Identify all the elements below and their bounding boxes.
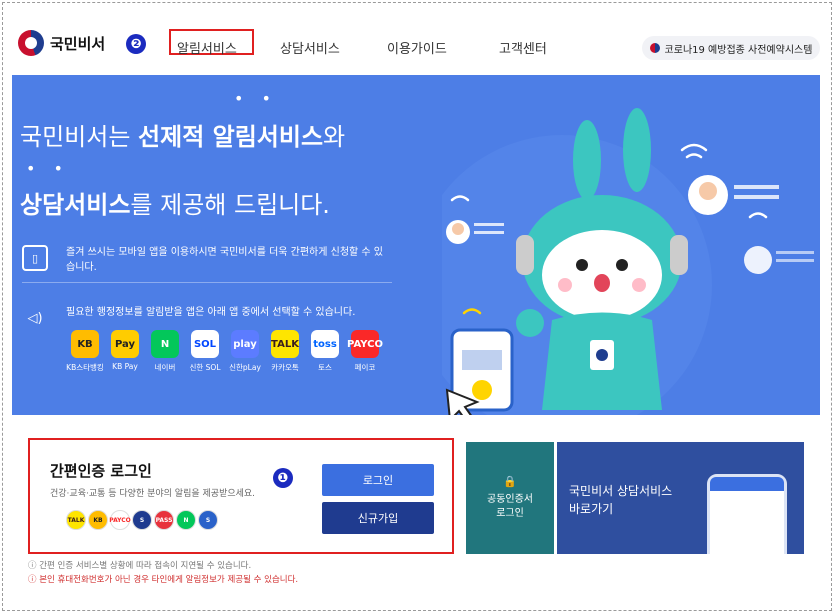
consult-service-card[interactable]: 국민비서 상담서비스 바로가기 <box>557 442 804 554</box>
app-item[interactable]: play 신한pLay <box>228 330 262 373</box>
samsung-icon: S <box>132 510 152 530</box>
info-mobile-app: ▯ 즐겨 쓰시는 모바일 앱을 이용하시면 국민비서를 더욱 간편하게 신청할 … <box>22 245 386 275</box>
app-label: 토스 <box>318 363 332 372</box>
app-logo-icon: TALK <box>271 330 299 358</box>
app-label: KB스타뱅킹 <box>66 363 104 372</box>
app-label: KB Pay <box>112 362 138 371</box>
app-logo-icon: play <box>231 330 259 358</box>
emphasis-dots: •• <box>234 89 289 108</box>
app-label: 신한 SOL <box>189 363 221 372</box>
app-label: 카카오톡 <box>271 363 299 372</box>
app-logo-icon: PAYCO <box>347 330 383 358</box>
cert-label-line1: 공동인증서 <box>487 494 533 505</box>
info-circle-icon: ⓘ <box>28 561 40 571</box>
app-logo-icon: N <box>151 330 179 358</box>
speaker-icon: ◁) <box>27 310 43 326</box>
app-item[interactable]: toss 토스 <box>308 330 342 373</box>
mascot-illustration <box>442 108 814 415</box>
logo-text: 국민비서 <box>50 34 106 53</box>
simple-auth-login-box: 간편인증 로그인 건강·교육·교통 등 다양한 분야의 알림을 제공받으세요. … <box>28 438 454 554</box>
certificate-login-card[interactable]: 🔒 공동인증서 로그인 <box>466 442 554 554</box>
info-app-select: ◁) 필요한 행정정보를 알림받을 앱은 아래 앱 중에서 선택할 수 있습니다… <box>22 305 426 331</box>
nav-guide[interactable]: 이용가이드 <box>387 38 447 57</box>
simple-auth-title: 간편인증 로그인 <box>50 462 152 480</box>
nav-customer-center[interactable]: 고객센터 <box>499 38 547 57</box>
login-button[interactable]: 로그인 <box>322 464 434 496</box>
phone-mockup-image <box>707 474 787 554</box>
app-logo-icon: Pay <box>111 330 139 358</box>
lock-icon: 🔒 <box>503 475 517 488</box>
app-item[interactable]: PAYCO 페이코 <box>347 330 383 373</box>
app-label: 페이코 <box>354 363 376 372</box>
simple-auth-subtitle: 건강·교육·교통 등 다양한 분야의 알림을 제공받으세요. <box>50 489 256 499</box>
top-header: 국민비서 ❷ 알림서비스 상담서비스 이용가이드 고객센터 코로나19 예방접종… <box>12 20 820 68</box>
auth-provider-icons: TALK KB PAYCO S PASS N S <box>66 510 218 530</box>
hero-divider <box>22 282 392 283</box>
taegeuk-small-icon <box>649 43 660 53</box>
mobile-phone-icon: ▯ <box>22 245 48 271</box>
app-label: 네이버 <box>154 363 176 372</box>
kb-icon: KB <box>88 510 108 530</box>
app-item[interactable]: SOL 신한 SOL <box>188 330 222 373</box>
app-item[interactable]: Pay KB Pay <box>108 330 142 373</box>
nav-consult-service[interactable]: 상담서비스 <box>280 38 340 57</box>
covid-reservation-button[interactable]: 코로나19 예방접종 사전예약시스템 <box>642 36 820 60</box>
covid-reservation-label: 코로나19 예방접종 사전예약시스템 <box>664 44 813 56</box>
notice-phone-warning: ⓘ 본인 휴대전화번호가 아닌 경우 타인에게 알림정보가 제공될 수 있습니다… <box>28 575 299 585</box>
app-item[interactable]: TALK 카카오톡 <box>268 330 302 373</box>
logo[interactable]: 국민비서 <box>18 30 105 56</box>
naver-icon: N <box>176 510 196 530</box>
annotation-marker-2: ❷ <box>126 34 146 54</box>
app-item[interactable]: KB KB스타뱅킹 <box>66 330 104 373</box>
annotation-marker-1: ❶ <box>273 468 293 488</box>
emphasis-dots: •• <box>26 159 81 178</box>
app-logo-icon: toss <box>311 330 339 358</box>
hero-banner: •• 국민비서는 선제적 알림서비스와 •• 상담서비스를 제공해 드립니다. … <box>12 75 820 415</box>
app-logo-icon: SOL <box>191 330 219 358</box>
payco-icon: PAYCO <box>109 510 131 530</box>
app-list: KB KB스타뱅킹 Pay KB Pay N 네이버 SOL 신한 SOL play 신한pLay… <box>66 330 383 373</box>
kakao-icon: TALK <box>66 510 86 530</box>
app-logo-icon: KB <box>71 330 99 358</box>
signup-button[interactable]: 신규가입 <box>322 502 434 534</box>
app-label: 신한pLay <box>229 363 261 372</box>
hero-headline-line2: 상담서비스를 제공해 드립니다. <box>20 191 330 219</box>
taegeuk-logo-icon <box>18 30 44 56</box>
nav-alert-service[interactable]: 알림서비스 <box>177 38 237 57</box>
hero-headline-line1: 국민비서는 선제적 알림서비스와 <box>20 123 346 151</box>
app-item[interactable]: N 네이버 <box>148 330 182 373</box>
consult-card-text: 국민비서 상담서비스 바로가기 <box>569 484 673 516</box>
shinhan-icon: S <box>198 510 218 530</box>
pass-icon: PASS <box>154 510 174 530</box>
info-circle-icon: ⓘ <box>28 575 40 585</box>
cert-label-line2: 로그인 <box>496 508 524 519</box>
notice-delay: ⓘ 간편 인증 서비스별 상황에 따라 접속이 지연될 수 있습니다. <box>28 561 252 571</box>
